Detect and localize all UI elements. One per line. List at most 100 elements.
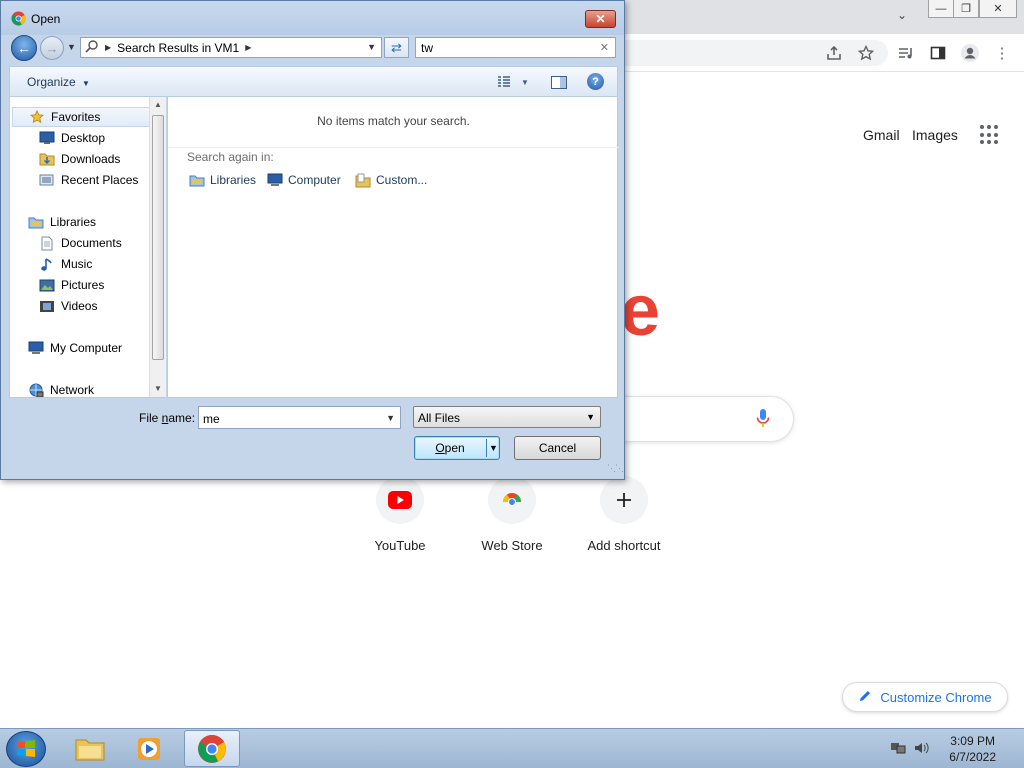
bookmark-star-icon[interactable] — [856, 43, 876, 63]
side-panel-icon[interactable] — [928, 43, 948, 63]
shortcut-add[interactable]: Add shortcut — [569, 476, 679, 553]
help-icon[interactable]: ? — [587, 73, 604, 90]
search-again-label: Search again in: — [187, 150, 274, 164]
nav-label: Libraries — [50, 215, 97, 229]
system-clock[interactable]: 3:09 PM 6/7/2022 — [949, 733, 996, 765]
taskbar-explorer[interactable] — [62, 730, 118, 767]
nav-label: Downloads — [61, 152, 121, 166]
open-button[interactable]: Open ▼ — [414, 436, 500, 460]
file-list-pane: No items match your search. Search again… — [167, 96, 619, 398]
scrollbar-thumb[interactable] — [152, 115, 164, 360]
profile-avatar-icon[interactable] — [960, 43, 980, 63]
libraries-icon — [189, 172, 205, 188]
change-view-icon[interactable] — [495, 74, 513, 90]
omnibox[interactable] — [620, 40, 888, 66]
voice-search-icon[interactable] — [756, 408, 770, 430]
custom-folder-icon — [355, 172, 371, 188]
divider — [168, 147, 619, 148]
search-again-libraries[interactable]: Libraries — [189, 172, 256, 188]
file-type-select[interactable]: All Files ▼ — [413, 406, 601, 428]
file-name-combobox[interactable]: ▼ — [198, 406, 401, 429]
file-name-dropdown-icon[interactable]: ▼ — [386, 413, 395, 423]
computer-icon — [267, 172, 283, 188]
clear-search-icon[interactable]: ✕ — [600, 41, 609, 54]
link-label: Custom... — [376, 173, 428, 187]
downloads-folder-icon — [39, 151, 55, 167]
forward-button[interactable]: → — [40, 36, 64, 60]
taskbar-media-player[interactable] — [121, 730, 177, 767]
resize-grip-icon[interactable]: ⋱⋱ — [607, 463, 624, 474]
nav-network[interactable]: Network — [10, 380, 150, 397]
dialog-titlebar[interactable]: Open ✕ — [1, 1, 624, 35]
file-name-input[interactable] — [203, 411, 373, 426]
nav-my-computer[interactable]: My Computer — [10, 338, 150, 358]
images-link[interactable]: Images — [912, 127, 958, 143]
nav-videos[interactable]: Videos — [10, 296, 150, 316]
videos-icon — [39, 298, 55, 314]
google-apps-icon[interactable] — [980, 125, 1000, 145]
breadcrumb-location[interactable]: Search Results in VM1 — [117, 41, 239, 55]
customize-chrome-button[interactable]: Customize Chrome — [842, 682, 1008, 712]
shortcut-web-store[interactable]: Web Store — [457, 476, 567, 553]
nav-recent-places[interactable]: Recent Places — [10, 170, 150, 190]
search-again-custom[interactable]: Custom... — [355, 172, 427, 188]
search-input[interactable] — [421, 40, 591, 55]
recent-locations-dropdown-icon[interactable]: ▼ — [67, 42, 76, 52]
chrome-menu-icon[interactable]: ⋮ — [992, 43, 1012, 63]
close-window-button[interactable]: ✕ — [979, 0, 1017, 18]
cancel-button[interactable]: Cancel — [514, 436, 601, 460]
start-button[interactable] — [6, 731, 46, 767]
share-icon[interactable] — [824, 43, 844, 63]
dialog-title: Open — [31, 12, 61, 26]
shortcut-youtube[interactable]: YouTube — [345, 476, 455, 553]
taskbar-chrome[interactable] — [184, 730, 240, 767]
search-again-computer[interactable]: Computer — [267, 172, 341, 188]
nav-label: Pictures — [61, 278, 105, 292]
nav-libraries[interactable]: Libraries — [10, 212, 150, 232]
libraries-icon — [28, 214, 44, 230]
nav-favorites[interactable]: Favorites — [12, 107, 150, 127]
address-bar[interactable]: ▶ Search Results in VM1 ▶ ▼ — [80, 37, 382, 58]
nav-documents[interactable]: Documents — [10, 233, 150, 253]
nav-label: Desktop — [61, 131, 106, 145]
taskbar: 3:09 PM 6/7/2022 — [0, 728, 1024, 768]
search-field[interactable]: ✕ — [415, 37, 616, 58]
open-options-dropdown-icon[interactable]: ▼ — [489, 443, 498, 453]
scroll-up-icon[interactable]: ▲ — [154, 100, 162, 109]
nav-music[interactable]: Music — [10, 254, 150, 274]
breadcrumb-arrow-icon[interactable]: ▶ — [245, 43, 251, 52]
nav-label: Network — [50, 383, 95, 397]
tab-search-chevron-icon[interactable]: ⌄ — [897, 8, 907, 22]
minimize-button[interactable]: — — [928, 0, 954, 18]
scroll-down-icon[interactable]: ▼ — [154, 384, 162, 393]
command-bar: Organize ▼ ▼ ? — [9, 66, 618, 96]
nav-label: Videos — [61, 299, 98, 313]
chevron-down-icon: ▼ — [586, 412, 595, 422]
nav-desktop[interactable]: Desktop — [10, 128, 150, 148]
network-tray-icon[interactable] — [890, 741, 906, 758]
volume-tray-icon[interactable] — [914, 741, 930, 758]
navigation-scrollbar[interactable]: ▲ ▼ — [149, 97, 166, 397]
nav-label: My Computer — [50, 341, 123, 355]
back-button[interactable]: ← — [11, 35, 37, 61]
preview-pane-icon[interactable] — [550, 74, 568, 90]
view-options-dropdown-icon[interactable]: ▼ — [516, 74, 534, 90]
web-store-icon — [488, 476, 536, 524]
desktop-icon — [39, 130, 55, 146]
address-dropdown-icon[interactable]: ▼ — [367, 42, 376, 52]
restore-button[interactable]: ❐ — [953, 0, 979, 18]
organize-label: Organize — [27, 75, 76, 89]
shortcut-label: Web Store — [481, 538, 543, 553]
dialog-close-button[interactable]: ✕ — [585, 10, 616, 28]
organize-button[interactable]: Organize ▼ — [27, 75, 90, 89]
network-icon — [28, 382, 44, 397]
pencil-icon — [858, 689, 872, 706]
gmail-link[interactable]: Gmail — [863, 127, 900, 143]
shortcut-label: Add shortcut — [587, 538, 661, 553]
media-control-icon[interactable] — [896, 43, 916, 63]
open-file-dialog: Open ✕ ← → ▼ ▶ Search Results in VM1 ▶ ▼… — [0, 0, 625, 480]
nav-downloads[interactable]: Downloads — [10, 149, 150, 169]
breadcrumb-arrow-icon[interactable]: ▶ — [105, 43, 111, 52]
nav-pictures[interactable]: Pictures — [10, 275, 150, 295]
refresh-button[interactable]: ⇄ — [384, 37, 409, 58]
